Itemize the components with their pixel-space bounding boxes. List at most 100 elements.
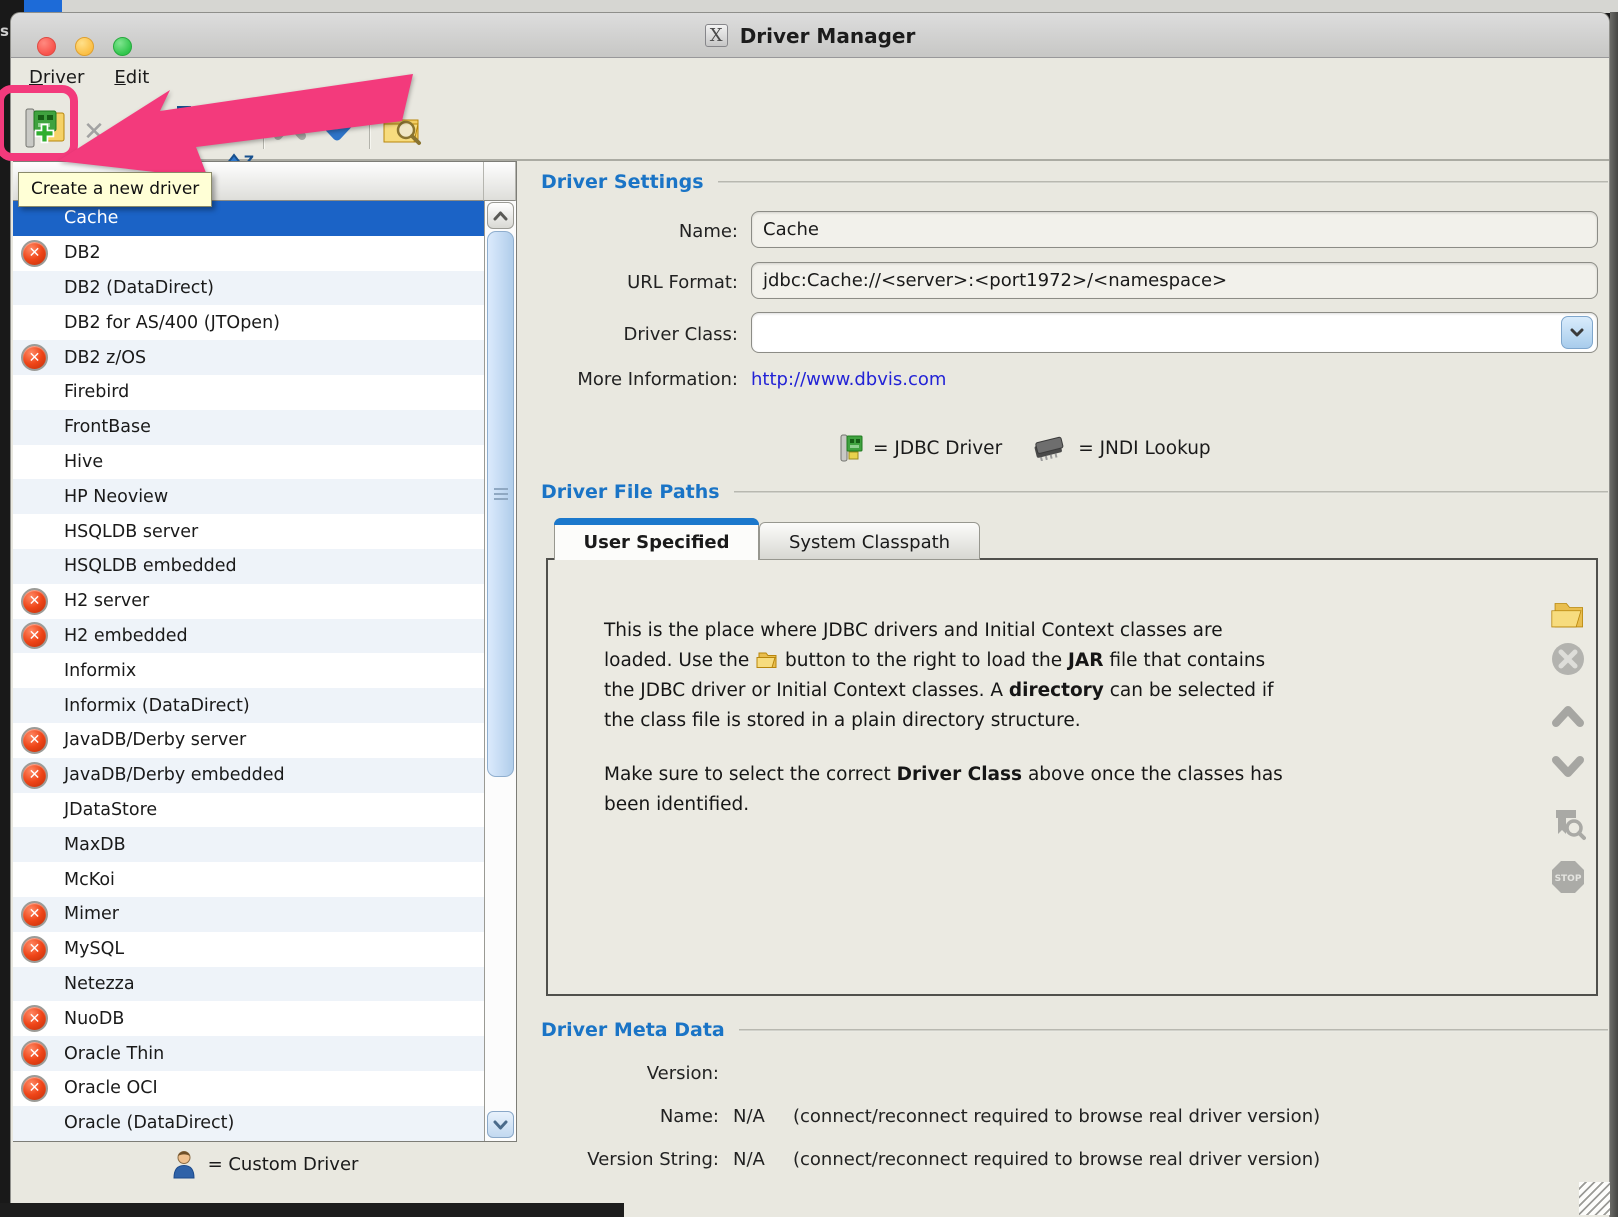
list-item[interactable]: Firebird bbox=[13, 375, 484, 410]
remove-driver-button[interactable]: ✕ bbox=[77, 115, 111, 149]
custom-driver-legend-text: = Custom Driver bbox=[208, 1154, 359, 1175]
remove-driver-icon: ✕ bbox=[83, 117, 105, 147]
driver-manager-window: X Driver Manager Driver Edit bbox=[10, 12, 1610, 1217]
window-resize-grip[interactable] bbox=[1579, 1182, 1612, 1215]
driver-name: DB2 bbox=[64, 243, 101, 263]
driver-class-combobox[interactable] bbox=[751, 312, 1598, 353]
list-item[interactable]: ✕DB2 z/OS bbox=[13, 340, 484, 375]
scroll-up-button[interactable] bbox=[487, 202, 514, 229]
list-item[interactable]: ✕ Mimer bbox=[13, 897, 484, 932]
list-item[interactable]: JDataStore bbox=[13, 793, 484, 828]
list-item[interactable]: ✕ DB2 bbox=[13, 236, 484, 271]
list-item[interactable]: DB2 for AS/400 (JTOpen) bbox=[13, 305, 484, 340]
list-item[interactable]: Informix bbox=[13, 653, 484, 688]
list-item[interactable]: Hive bbox=[13, 445, 484, 480]
name-label: Name: bbox=[541, 221, 738, 242]
move-path-down-button[interactable] bbox=[1550, 749, 1586, 785]
find-driver-files-button[interactable] bbox=[379, 105, 425, 151]
window-right-edge bbox=[1610, 12, 1618, 1217]
stop-icon: STOP bbox=[1550, 859, 1586, 895]
folder-icon bbox=[755, 650, 779, 670]
list-item[interactable]: ✕JavaDB/Derby embedded bbox=[13, 758, 484, 793]
list-item[interactable]: ✕ NuoDB bbox=[13, 1001, 484, 1036]
stop-button[interactable]: STOP bbox=[1550, 859, 1586, 895]
driver-name: NuoDB bbox=[64, 1009, 124, 1029]
driver-name: DB2 for AS/400 (JTOpen) bbox=[64, 313, 280, 333]
window-title: Driver Manager bbox=[740, 24, 916, 48]
error-icon: ✕ bbox=[21, 240, 55, 267]
driver-name: Informix bbox=[64, 661, 136, 681]
move-down-button[interactable] bbox=[317, 113, 357, 145]
driver-name: DB2 (DataDirect) bbox=[64, 278, 214, 298]
scrollbar-grip bbox=[494, 488, 508, 501]
driver-name: H2 embedded bbox=[64, 626, 188, 646]
driver-name: HSQLDB server bbox=[64, 522, 198, 542]
error-icon: ✕ bbox=[21, 344, 55, 371]
list-item[interactable]: FrontBase bbox=[13, 410, 484, 445]
driver-name: MySQL bbox=[64, 939, 124, 959]
list-item[interactable]: ✕Oracle OCI bbox=[13, 1071, 484, 1106]
driver-name: HP Neoview bbox=[64, 487, 168, 507]
user-specified-panel: This is the place where JDBC drivers and… bbox=[546, 558, 1598, 996]
driver-name: Firebird bbox=[64, 382, 129, 402]
move-up-button[interactable] bbox=[271, 113, 309, 145]
list-item[interactable]: Netezza bbox=[13, 967, 484, 1002]
chevron-up-icon bbox=[493, 211, 508, 221]
scrollbar-thumb[interactable] bbox=[487, 231, 514, 777]
error-icon: ✕ bbox=[21, 622, 55, 649]
move-path-up-button[interactable] bbox=[1550, 698, 1586, 734]
url-format-label: URL Format: bbox=[541, 272, 738, 293]
jdbc-driver-legend-text: = JDBC Driver bbox=[873, 438, 1002, 459]
find-class-button[interactable] bbox=[1550, 806, 1586, 842]
remove-path-button[interactable] bbox=[1550, 641, 1586, 677]
open-folder-button[interactable] bbox=[1550, 596, 1586, 632]
driver-settings-section-header: Driver Settings bbox=[541, 171, 1608, 193]
driver-name: Mimer bbox=[64, 904, 119, 924]
list-item[interactable]: MaxDB bbox=[13, 827, 484, 862]
driver-name: JavaDB/Derby embedded bbox=[64, 765, 285, 785]
section-title: Driver Meta Data bbox=[541, 1019, 725, 1041]
list-item[interactable]: ✕MySQL bbox=[13, 932, 484, 967]
driver-name: Oracle Thin bbox=[64, 1044, 164, 1064]
custom-driver-legend: = Custom Driver bbox=[13, 1143, 517, 1185]
folder-search-icon bbox=[380, 106, 424, 150]
driver-name: Oracle OCI bbox=[64, 1078, 158, 1098]
tab-user-specified[interactable]: User Specified bbox=[554, 518, 759, 560]
sort-descending-button[interactable]: Z bbox=[164, 103, 204, 151]
menu-edit[interactable]: Edit bbox=[114, 67, 149, 88]
scroll-down-button[interactable] bbox=[487, 1111, 514, 1138]
driver-class-dropdown-button[interactable] bbox=[1561, 316, 1593, 349]
list-item[interactable]: HSQLDB server bbox=[13, 514, 484, 549]
background-bottom-strip bbox=[0, 1203, 624, 1217]
error-icon: ✕ bbox=[21, 901, 55, 928]
meta-name-label: Name: bbox=[521, 1106, 719, 1127]
dbvis-link[interactable]: http://www.dbvis.com bbox=[751, 369, 946, 390]
error-icon: ✕ bbox=[21, 1005, 55, 1032]
tooltip: Create a new driver bbox=[18, 172, 212, 207]
list-item[interactable]: HP Neoview bbox=[13, 479, 484, 514]
list-item[interactable]: HSQLDB embedded bbox=[13, 549, 484, 584]
tab-system-classpath[interactable]: System Classpath bbox=[759, 522, 980, 560]
list-item[interactable]: ✕H2 server bbox=[13, 584, 484, 619]
list-item[interactable]: Oracle (DataDirect) bbox=[13, 1106, 484, 1141]
chevron-down-icon bbox=[319, 115, 355, 143]
list-item[interactable]: ✕ H2 embedded bbox=[13, 619, 484, 654]
menubar: Driver Edit bbox=[11, 59, 1609, 95]
list-item[interactable]: ✕Oracle Thin bbox=[13, 1036, 484, 1071]
screenshot-root: s X Driver Manager Driver Edit bbox=[0, 0, 1618, 1217]
driver-name: JavaDB/Derby server bbox=[64, 730, 246, 750]
person-icon bbox=[172, 1149, 196, 1179]
list-item[interactable]: DB2 (DataDirect) bbox=[13, 271, 484, 306]
svg-text:STOP: STOP bbox=[1555, 874, 1582, 884]
name-field[interactable]: Cache bbox=[751, 211, 1598, 248]
list-item[interactable]: McKoi bbox=[13, 862, 484, 897]
driver-name: Oracle (DataDirect) bbox=[64, 1113, 234, 1133]
driver-meta-section-header: Driver Meta Data bbox=[541, 1019, 1608, 1041]
driver-list-rows: Cache✕DB2DB2 (DataDirect)DB2 for AS/400 … bbox=[13, 201, 484, 1141]
list-item[interactable]: ✕JavaDB/Derby server bbox=[13, 723, 484, 758]
list-scrollbar[interactable] bbox=[484, 201, 516, 1141]
url-format-field[interactable]: jdbc:Cache://<server>:<port1972>/<namesp… bbox=[751, 262, 1598, 299]
driver-name: MaxDB bbox=[64, 835, 126, 855]
meta-name-value: N/A bbox=[733, 1106, 765, 1127]
list-item[interactable]: Informix (DataDirect) bbox=[13, 688, 484, 723]
